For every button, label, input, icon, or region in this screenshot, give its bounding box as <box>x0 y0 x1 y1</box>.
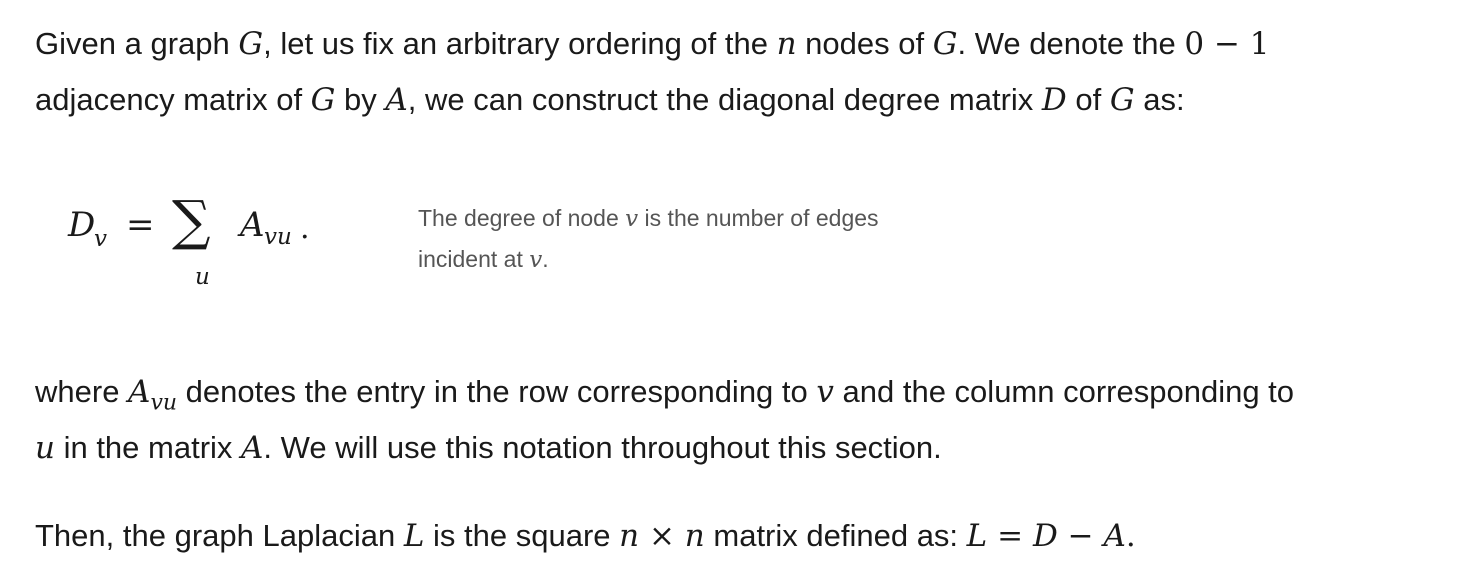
equation-lhs: D <box>68 205 96 245</box>
explanation-paragraph: where Avu denotes the entry in the row c… <box>35 364 1294 476</box>
sidenote: The degree of node v is the number of ed… <box>418 198 978 280</box>
math-a: A <box>241 430 264 466</box>
math-n: n <box>684 518 705 554</box>
text: , we can construct the diagonal degree m… <box>407 82 1042 117</box>
text: in the matrix <box>54 430 242 465</box>
sidenote-line-1: The degree of node v is the number of ed… <box>418 198 978 239</box>
math-equals: = <box>987 518 1033 554</box>
intro-line-1: Given a graph G, let us fix an arbitrary… <box>35 16 1270 72</box>
text: by <box>335 82 386 117</box>
math-times: × <box>639 518 685 554</box>
equation-term-subscript: vu <box>264 224 292 250</box>
math-n: n <box>619 518 640 554</box>
text: adjacency matrix of <box>35 82 311 117</box>
math-graph-g: G <box>932 26 958 62</box>
text: . <box>542 246 549 272</box>
equation-term: A <box>240 205 265 245</box>
math-u: u <box>35 430 55 466</box>
math-v: v <box>625 206 639 232</box>
math-minus: − <box>1057 518 1104 554</box>
text: matrix defined as: <box>704 518 967 553</box>
text: The degree of node <box>418 205 626 231</box>
math-l: L <box>966 518 988 554</box>
text: is the square <box>424 518 620 553</box>
math-v: v <box>529 247 543 273</box>
text: is the number of edges <box>638 205 879 231</box>
sum-symbol: ∑ <box>172 189 211 252</box>
explanation-line-1: where Avu denotes the entry in the row c… <box>35 364 1294 420</box>
math-graph-g: G <box>1109 82 1135 118</box>
equation-period: . <box>300 211 310 246</box>
text: nodes of <box>796 26 933 61</box>
math-d: D <box>1032 518 1058 554</box>
text: , let us fix an arbitrary ordering of th… <box>263 26 777 61</box>
equation-equals: = <box>126 205 155 245</box>
equation-lhs-subscript: v <box>94 226 107 252</box>
explanation-line-2: u in the matrix A. We will use this nota… <box>35 420 1294 476</box>
math-matrix-d: D <box>1041 82 1067 118</box>
math-zero-one: 0 − 1 <box>1184 26 1270 62</box>
math-n: n <box>776 26 797 62</box>
degree-equation: D v = ∑ u A vu . <box>68 190 368 300</box>
math-graph-g: G <box>238 26 264 62</box>
text: where <box>35 374 129 409</box>
text: and the column corresponding to <box>833 374 1295 409</box>
math-matrix-a: A <box>385 82 408 118</box>
text: of <box>1066 82 1110 117</box>
text: Given a graph <box>35 26 239 61</box>
math-a: A <box>1103 518 1126 554</box>
math-graph-g: G <box>310 82 336 118</box>
math-l: L <box>403 518 425 554</box>
text: as: <box>1134 82 1185 117</box>
laplacian-paragraph: Then, the graph Laplacian L is the squar… <box>35 508 1136 564</box>
math-v: v <box>816 374 834 410</box>
text: . We denote the <box>957 26 1185 61</box>
text: denotes the entry in the row correspondi… <box>177 374 817 409</box>
text: . We will use this notation throughout t… <box>263 430 942 465</box>
math-period: . <box>1125 518 1136 554</box>
sum-index: u <box>195 264 210 290</box>
text: incident at <box>418 246 530 272</box>
sidenote-line-2: incident at v. <box>418 239 978 280</box>
math-a: A <box>128 374 151 410</box>
math-subscript-vu: vu <box>150 390 178 416</box>
text: Then, the graph Laplacian <box>35 518 404 553</box>
intro-paragraph: Given a graph G, let us fix an arbitrary… <box>35 16 1270 128</box>
intro-line-2: adjacency matrix of G by A, we can const… <box>35 72 1270 128</box>
